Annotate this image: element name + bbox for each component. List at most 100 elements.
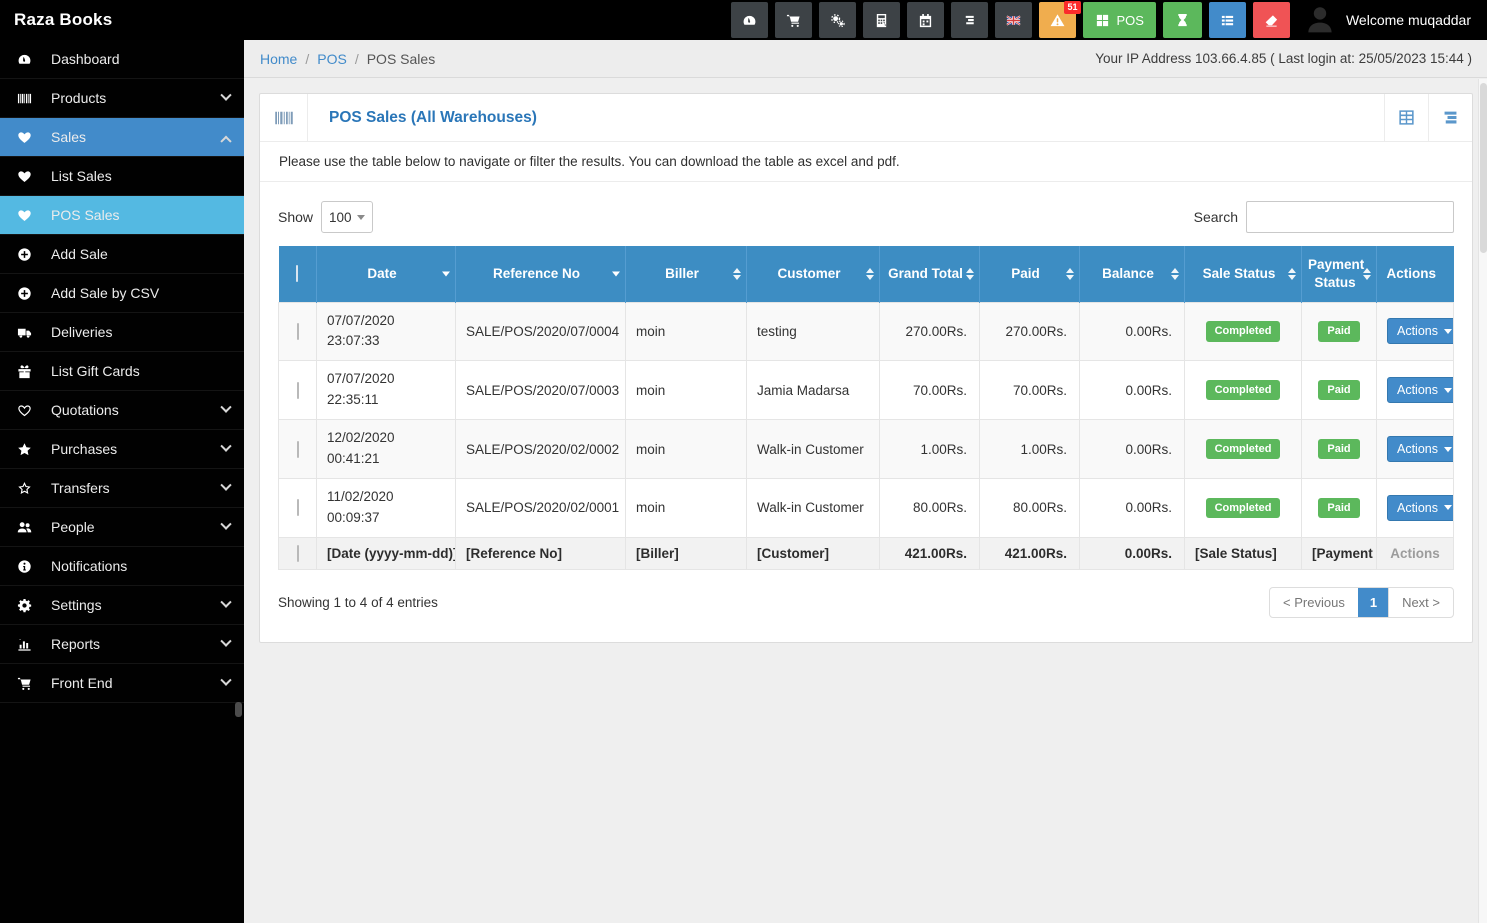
pagination-next[interactable]: Next >: [1388, 588, 1453, 617]
sidebar-item-quotations[interactable]: Quotations: [0, 391, 244, 430]
sidebar-item-add-sale[interactable]: Add Sale: [0, 235, 244, 274]
date-cell: 07/07/202022:35:11: [317, 361, 456, 420]
topbar-language-button[interactable]: [995, 2, 1032, 38]
pagination-page-1[interactable]: 1: [1358, 588, 1388, 617]
topbar-button-group: 51 POS: [731, 2, 1300, 38]
row-checkbox[interactable]: [297, 382, 299, 399]
list-icon: [1220, 13, 1235, 28]
column-header-date[interactable]: Date: [317, 246, 456, 302]
showing-entries-text: Showing 1 to 4 of 4 entries: [278, 595, 438, 610]
breadcrumb-current: POS Sales: [367, 51, 435, 67]
plus-circle-icon: [17, 247, 32, 262]
rows-view-button[interactable]: [1428, 94, 1472, 141]
sidebar-item-settings[interactable]: Settings: [0, 586, 244, 625]
panel-description: Please use the table below to navigate o…: [260, 142, 1472, 182]
table-view-button[interactable]: [1384, 94, 1428, 141]
sort-both-icon: [866, 268, 874, 280]
topbar-cogs-button[interactable]: [819, 2, 856, 38]
sidebar-item-add-sale-by-csv[interactable]: Add Sale by CSV: [0, 274, 244, 313]
chevron-down-icon: [220, 675, 231, 686]
sort-desc-icon: [612, 271, 620, 276]
barcode-icon: [260, 94, 308, 141]
grand-total-cell: 270.00Rs.: [880, 302, 980, 361]
column-header-balance[interactable]: Balance: [1080, 246, 1185, 302]
sidebar-item-front-end[interactable]: Front End: [0, 664, 244, 703]
topbar-stack-button[interactable]: [951, 2, 988, 38]
sidebar-item-deliveries[interactable]: Deliveries: [0, 313, 244, 352]
topbar-calculator-button[interactable]: [863, 2, 900, 38]
footer-balance-total: 0.00Rs.: [1080, 537, 1185, 569]
chevron-down-icon: [357, 215, 365, 220]
show-label: Show: [278, 209, 313, 225]
actions-button[interactable]: Actions: [1387, 377, 1454, 403]
pagination: < Previous 1 Next >: [1269, 587, 1454, 618]
user-menu[interactable]: Welcome muqaddar: [1300, 4, 1487, 36]
sidebar-scrollbar-thumb[interactable]: [235, 702, 242, 717]
biller-cell: moin: [626, 479, 747, 538]
sidebar-item-sales[interactable]: Sales: [0, 118, 244, 157]
chevron-down-icon: [220, 480, 231, 491]
payment-status-badge: Paid: [1318, 498, 1359, 518]
topbar-list-button[interactable]: [1209, 2, 1246, 38]
topbar-calendar-button[interactable]: [907, 2, 944, 38]
star-outline-icon: [17, 481, 32, 496]
chevron-down-icon: [220, 519, 231, 530]
breadcrumb-pos-link[interactable]: POS: [317, 51, 347, 67]
content-area: POS Sales (All Warehouses) Please use th…: [244, 78, 1487, 923]
topbar-pos-button[interactable]: POS: [1083, 2, 1156, 38]
row-checkbox[interactable]: [297, 499, 299, 516]
table-footer-bar: Showing 1 to 4 of 4 entries < Previous 1…: [260, 570, 1472, 642]
sidebar-item-list-sales[interactable]: List Sales: [0, 157, 244, 196]
scrollbar-thumb[interactable]: [1480, 83, 1487, 253]
topbar-alerts-button[interactable]: 51: [1039, 2, 1076, 38]
reference-cell: SALE/POS/2020/02/0001: [456, 479, 626, 538]
actions-button[interactable]: Actions: [1387, 318, 1454, 344]
page-size-select[interactable]: 100: [321, 201, 373, 233]
paid-cell: 70.00Rs.: [980, 361, 1080, 420]
sidebar-item-notifications[interactable]: Notifications: [0, 547, 244, 586]
row-checkbox[interactable]: [297, 441, 299, 458]
sidebar-item-products[interactable]: Products: [0, 79, 244, 118]
vertical-scrollbar[interactable]: [1478, 79, 1487, 923]
row-checkbox[interactable]: [297, 323, 299, 340]
sidebar-item-list-gift-cards[interactable]: List Gift Cards: [0, 352, 244, 391]
sidebar-item-purchases[interactable]: Purchases: [0, 430, 244, 469]
column-header-customer[interactable]: Customer: [747, 246, 880, 302]
column-header-paid[interactable]: Paid: [980, 246, 1080, 302]
topbar-hourglass-button[interactable]: [1163, 2, 1202, 38]
breadcrumb: Home / POS / POS Sales: [260, 51, 435, 67]
sidebar-item-reports[interactable]: Reports: [0, 625, 244, 664]
select-all-checkbox[interactable]: [296, 265, 298, 282]
breadcrumb-home-link[interactable]: Home: [260, 51, 297, 67]
topbar-eraser-button[interactable]: [1253, 2, 1290, 38]
balance-cell: 0.00Rs.: [1080, 361, 1185, 420]
main-area: Home / POS / POS Sales Your IP Address 1…: [244, 40, 1487, 923]
select-all-header: [279, 246, 317, 302]
actions-button[interactable]: Actions: [1387, 495, 1454, 521]
breadcrumb-separator: /: [305, 51, 309, 67]
sidebar-item-transfers[interactable]: Transfers: [0, 469, 244, 508]
page-size-value: 100: [329, 210, 352, 225]
column-header-grand-total[interactable]: Grand Total: [880, 246, 980, 302]
column-header-payment-status[interactable]: Payment Status: [1302, 246, 1377, 302]
balance-cell: 0.00Rs.: [1080, 479, 1185, 538]
chevron-down-icon: [220, 441, 231, 452]
sidebar-item-pos-sales[interactable]: POS Sales: [0, 196, 244, 235]
topbar-dashboard-button[interactable]: [731, 2, 768, 38]
pos-button-label: POS: [1117, 13, 1144, 28]
search-input[interactable]: [1246, 201, 1454, 233]
sale-status-badge: Completed: [1206, 380, 1281, 400]
sidebar-item-dashboard[interactable]: Dashboard: [0, 40, 244, 79]
column-header-sale-status[interactable]: Sale Status: [1185, 246, 1302, 302]
column-header-biller[interactable]: Biller: [626, 246, 747, 302]
actions-button[interactable]: Actions: [1387, 436, 1454, 462]
column-header-reference-no[interactable]: Reference No: [456, 246, 626, 302]
calculator-icon: [874, 13, 889, 28]
footer-sale-status-filter: [Sale Status]: [1185, 537, 1302, 569]
sidebar-item-people[interactable]: People: [0, 508, 244, 547]
date-cell: 12/02/202000:41:21: [317, 420, 456, 479]
bar-chart-icon: [17, 637, 32, 652]
topbar-cart-button[interactable]: [775, 2, 812, 38]
user-avatar-icon: [1304, 4, 1336, 36]
pagination-previous[interactable]: < Previous: [1270, 588, 1358, 617]
